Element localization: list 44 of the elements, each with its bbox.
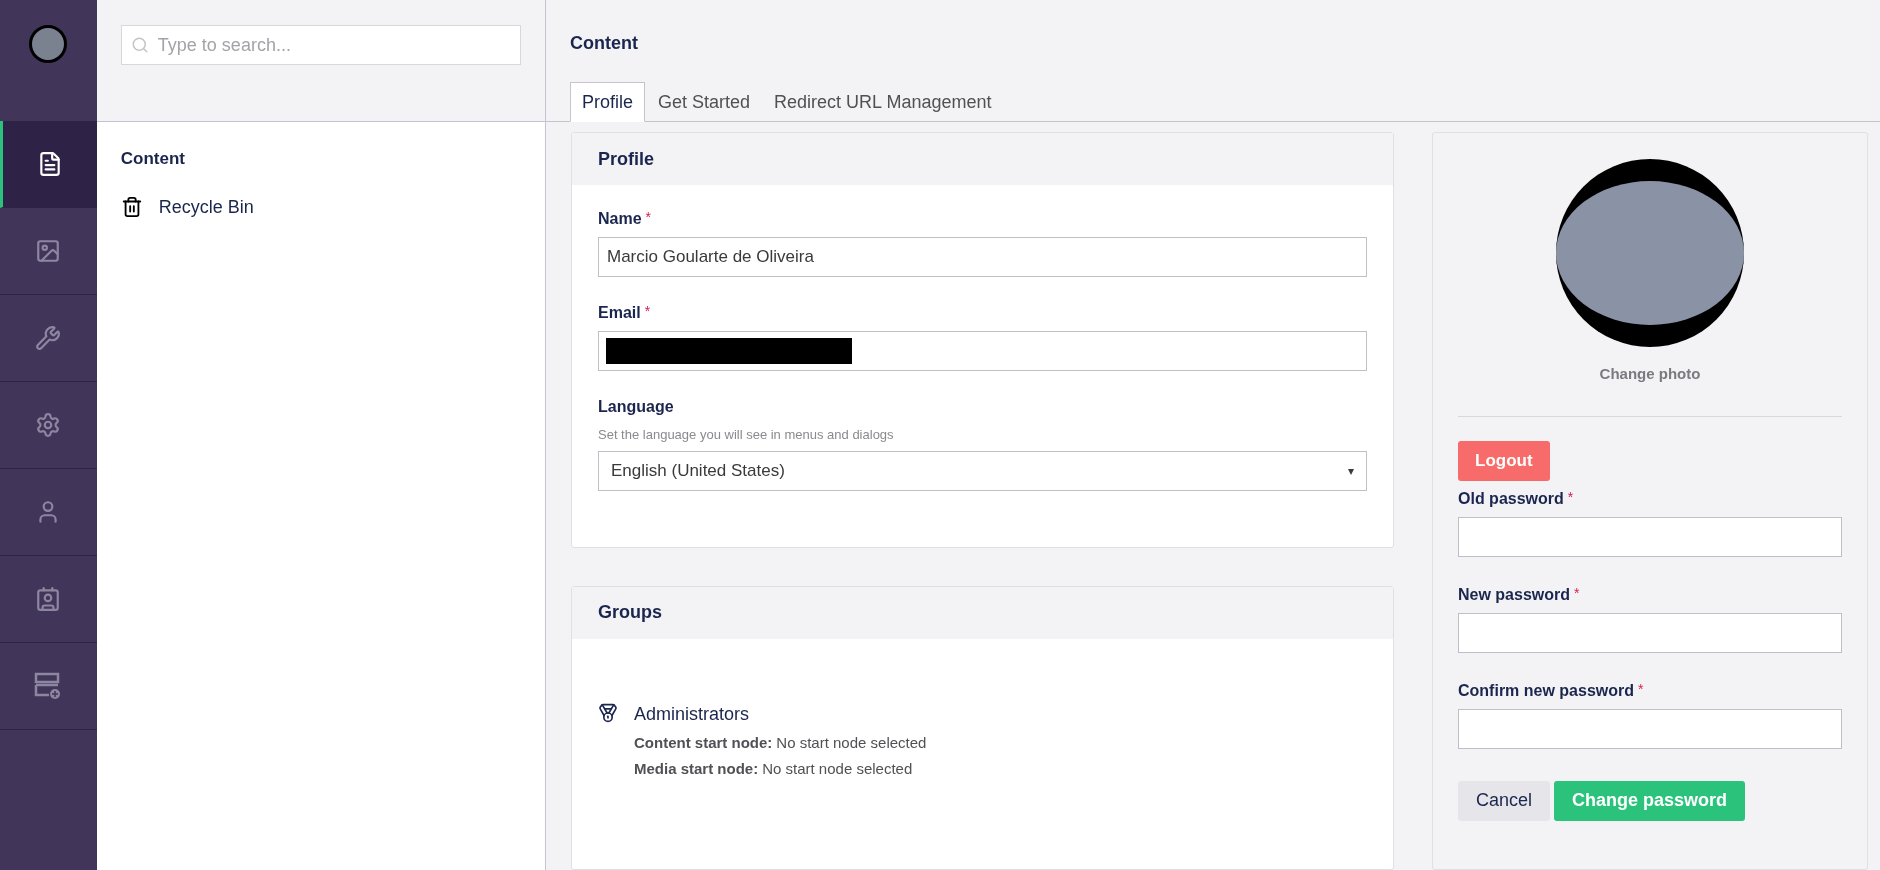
required-mark: * (1567, 487, 1574, 507)
trash-icon (120, 196, 143, 218)
search-field[interactable]: Type to search... (120, 25, 521, 65)
avatar-photo[interactable] (29, 25, 68, 63)
required-mark: * (645, 208, 652, 227)
field-label: Name (598, 209, 642, 229)
email-field[interactable] (598, 331, 1367, 371)
field-label: Language (598, 397, 674, 417)
settings-icon (35, 412, 62, 438)
tab[interactable]: Profile (570, 82, 646, 122)
name-field[interactable]: Marcio Goularte de Oliveira (598, 237, 1367, 277)
field-label: New password (1458, 584, 1571, 605)
card-title: Profile (598, 147, 654, 171)
image-icon (35, 238, 62, 264)
password-field[interactable] (1458, 612, 1842, 653)
tab[interactable]: Get Started (647, 82, 762, 122)
cancel-button[interactable]: Cancel (1458, 780, 1551, 821)
field-label: Confirm new password (1458, 680, 1635, 701)
search-icon (130, 36, 149, 54)
detail-label: Content start node: (634, 732, 773, 753)
required-mark: * (1574, 583, 1580, 603)
change-photo-link[interactable]: Change photo (1599, 363, 1701, 386)
tree-root-label[interactable]: Content (120, 146, 521, 172)
medal-icon (598, 702, 618, 723)
field-description: Set the language you will see in menus and dialogs (598, 426, 895, 444)
password-field[interactable] (1458, 708, 1842, 749)
detail-value: No start node selected (776, 732, 927, 753)
card-title: Groups (598, 601, 662, 624)
required-mark: * (644, 302, 651, 321)
password-field[interactable] (1458, 516, 1842, 557)
field-label: Old password (1458, 488, 1564, 509)
language-select[interactable]: English (United States) ▾ (598, 450, 1367, 491)
tree-item[interactable]: Recycle Bin (158, 193, 254, 221)
detail-label: Media start node: (634, 759, 759, 779)
page-title: Content (570, 32, 639, 55)
add-layout-icon (34, 672, 63, 700)
tab[interactable]: Redirect URL Management (763, 82, 1003, 122)
section-tab[interactable] (0, 121, 97, 208)
required-mark: * (1638, 679, 1644, 699)
group-name: Administrators (634, 702, 751, 726)
detail-value: No start node selected (762, 759, 913, 779)
field-label: Email (598, 303, 641, 323)
wrench-icon (35, 325, 62, 351)
id-card-icon (35, 586, 62, 612)
